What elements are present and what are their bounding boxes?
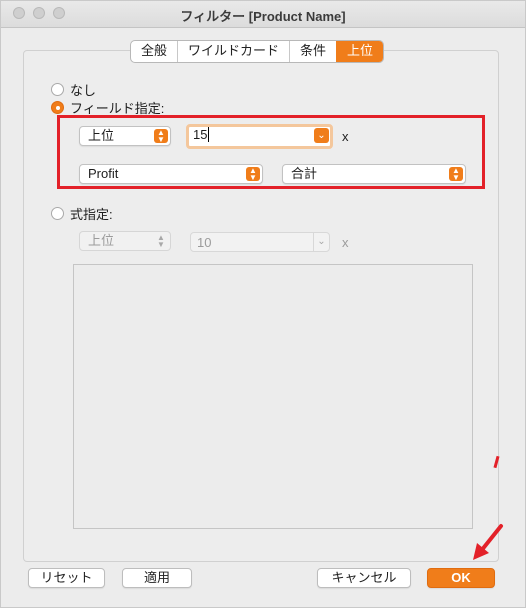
tab-condition[interactable]: 条件 [289, 41, 336, 62]
formula-count-multiplier: x [342, 235, 349, 250]
updown-chevron-icon: ▲ ▼ [157, 233, 165, 249]
radio-none-row[interactable]: なし [51, 80, 96, 99]
tab-top[interactable]: 上位 [336, 41, 384, 62]
formula-direction-select: 上位 ▲ ▼ [79, 231, 171, 251]
window-title: フィルター [Product Name] [180, 9, 346, 24]
tab-wildcard[interactable]: ワイルドカード [177, 41, 289, 62]
radio-none-label: なし [70, 83, 97, 98]
radio-by-formula-row[interactable]: 式指定: [51, 204, 113, 223]
cancel-button[interactable]: キャンセル [317, 568, 411, 588]
tab-general[interactable]: 全般 [131, 41, 177, 62]
annotation-arrow-icon [473, 524, 503, 560]
title-bar: フィルター [Product Name] [1, 1, 525, 28]
reset-button[interactable]: リセット [28, 568, 105, 588]
radio-none[interactable] [51, 83, 64, 96]
chevron-down-icon: ⌄ [313, 233, 329, 251]
formula-count-value: 10 [197, 235, 212, 250]
filter-dialog: フィルター [Product Name] 全般 ワイルドカード 条件 上位 なし… [0, 0, 526, 608]
tab-bar: 全般 ワイルドカード 条件 上位 [130, 40, 385, 63]
formula-direction-value: 上位 [88, 233, 115, 248]
radio-by-field[interactable] [51, 101, 64, 114]
annotation-highlight-box [57, 115, 485, 189]
apply-button[interactable]: 適用 [122, 568, 192, 588]
formula-text-area [73, 264, 473, 529]
radio-by-formula-label: 式指定: [70, 207, 113, 222]
ok-button[interactable]: OK [427, 568, 495, 588]
formula-count-combobox: 10 ⌄ [190, 232, 330, 252]
radio-by-formula[interactable] [51, 207, 64, 220]
